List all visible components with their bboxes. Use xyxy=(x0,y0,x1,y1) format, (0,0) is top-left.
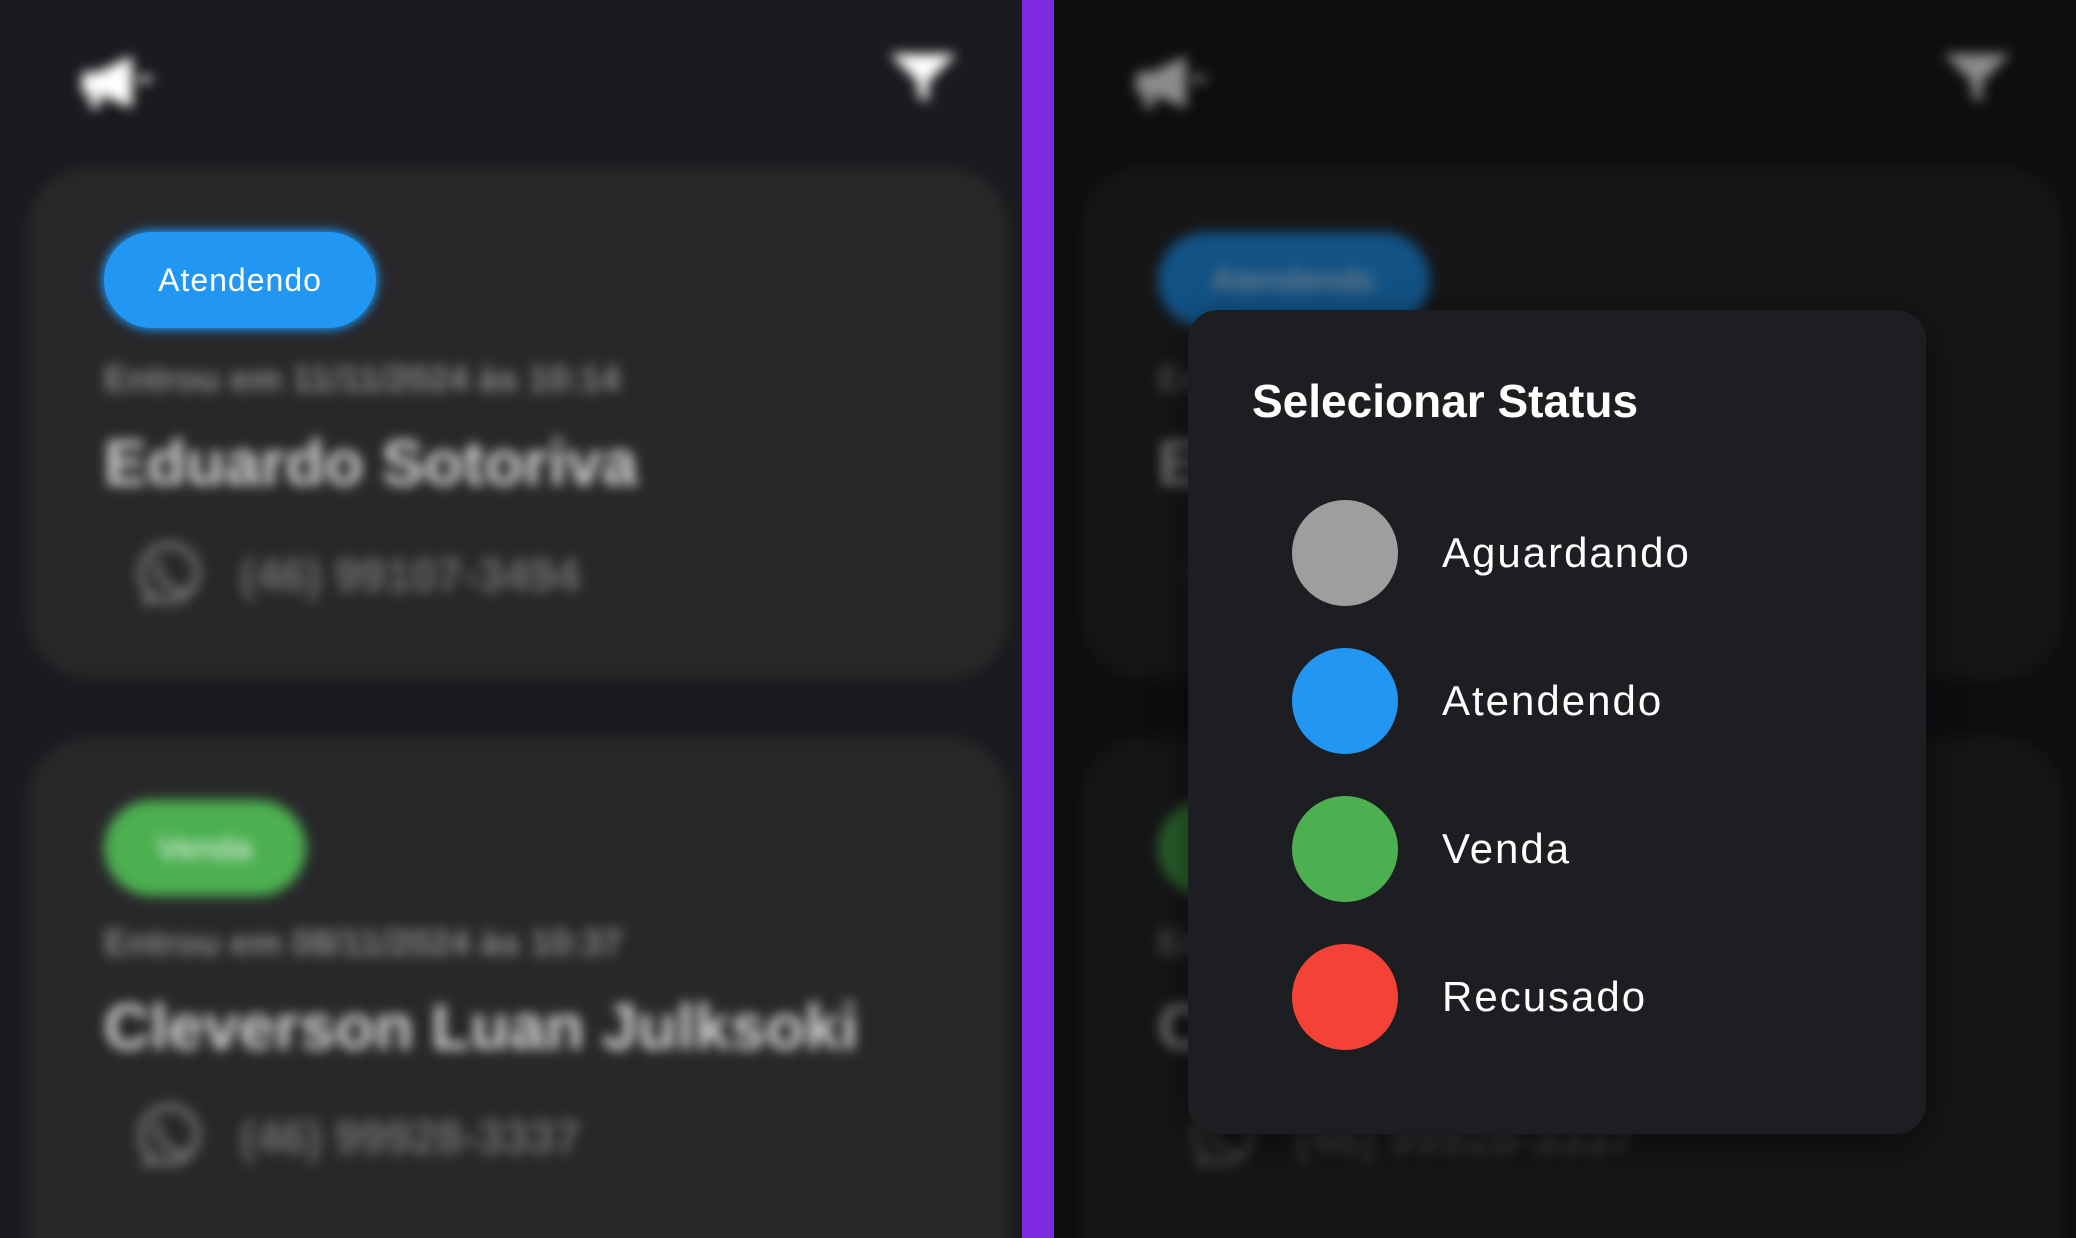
screen: Atendendo Entrou em 11/11/2024 às 10:14 … xyxy=(0,0,2076,1238)
lead-name: Cleverson Luan Julksoki xyxy=(104,991,859,1063)
megaphone-icon[interactable] xyxy=(78,50,158,114)
status-option-recusado[interactable]: Recusado xyxy=(1292,944,1647,1050)
status-dot-green xyxy=(1292,796,1398,902)
select-status-dialog: Selecionar Status Aguardando Atendendo V… xyxy=(1188,310,1926,1134)
lead-card[interactable]: Venda Entrou em 08/11/2024 às 10:37 Clev… xyxy=(28,738,1008,1238)
status-option-label: Aguardando xyxy=(1442,529,1691,576)
whatsapp-icon xyxy=(137,541,201,608)
filter-icon[interactable] xyxy=(888,50,958,106)
status-dot-blue xyxy=(1292,648,1398,754)
phone-number: (46) 99107-3494 xyxy=(240,549,581,601)
entered-date: Entrou em 11/11/2024 às 10:14 xyxy=(104,358,621,399)
phone-row[interactable]: (46) 99928-3337 xyxy=(132,1100,580,1174)
status-option-label: Recusado xyxy=(1442,973,1648,1020)
blurred-content: Atendendo Entrou em 11/11/2024 às 10:14 … xyxy=(0,0,1022,1238)
lead-name: Eduardo Sotoriva xyxy=(104,427,638,499)
divider xyxy=(1022,0,1054,1238)
status-option-label: Venda xyxy=(1442,825,1572,872)
status-option-label: Atendendo xyxy=(1442,677,1664,724)
status-dot-red xyxy=(1292,944,1398,1050)
phone-number: (46) 99928-3337 xyxy=(240,1111,581,1163)
status-option-aguardando[interactable]: Aguardando xyxy=(1292,500,1691,606)
status-option-atendendo[interactable]: Atendendo xyxy=(1292,648,1663,754)
leads-screen-left: Atendendo Entrou em 11/11/2024 às 10:14 … xyxy=(0,0,1022,1238)
status-badge[interactable]: Venda xyxy=(104,800,306,896)
phone-row[interactable]: (46) 99107-3494 xyxy=(132,538,580,612)
status-button-atendendo[interactable]: Atendendo xyxy=(104,232,376,328)
whatsapp-icon xyxy=(137,1103,201,1170)
status-dot-grey xyxy=(1292,500,1398,606)
dialog-title: Selecionar Status xyxy=(1252,375,1639,427)
entered-date: Entrou em 08/11/2024 às 10:37 xyxy=(104,922,623,963)
status-option-venda[interactable]: Venda xyxy=(1292,796,1571,902)
